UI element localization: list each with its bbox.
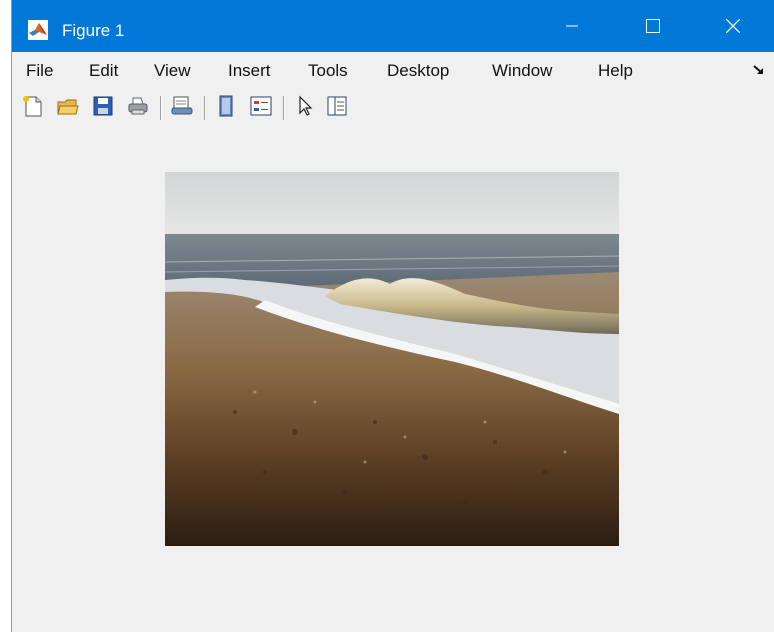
close-icon bbox=[726, 19, 740, 33]
desktop-left-edge bbox=[0, 0, 12, 632]
print-figure-button[interactable] bbox=[125, 93, 151, 119]
close-button[interactable] bbox=[710, 8, 756, 44]
property-inspector-button[interactable] bbox=[324, 93, 350, 119]
figure-window: Figure 1 File Edit View Insert Tools Des… bbox=[12, 0, 774, 632]
menu-window[interactable]: Window bbox=[492, 60, 552, 82]
menu-desktop[interactable]: Desktop bbox=[387, 60, 449, 82]
menu-bar: File Edit View Insert Tools Desktop Wind… bbox=[12, 52, 774, 90]
save-figure-button[interactable] bbox=[90, 93, 116, 119]
menu-view[interactable]: View bbox=[154, 60, 191, 82]
menu-file[interactable]: File bbox=[26, 60, 53, 82]
property-inspector-icon bbox=[327, 96, 347, 116]
dock-figure-icon[interactable] bbox=[752, 63, 766, 77]
matlab-logo-icon bbox=[28, 20, 48, 40]
figure-toolbar bbox=[12, 90, 774, 130]
link-plot-button[interactable] bbox=[169, 93, 195, 119]
title-bar[interactable]: Figure 1 bbox=[12, 0, 774, 52]
insert-legend-icon bbox=[250, 96, 272, 116]
menu-tools[interactable]: Tools bbox=[308, 60, 348, 82]
toolbar-separator bbox=[160, 96, 162, 120]
insert-colorbar-button[interactable] bbox=[213, 93, 239, 119]
new-figure-button[interactable] bbox=[20, 93, 46, 119]
menu-help[interactable]: Help bbox=[598, 60, 633, 82]
open-file-button[interactable] bbox=[55, 93, 81, 119]
displayed-photo bbox=[165, 172, 619, 546]
toolbar-separator bbox=[204, 96, 206, 120]
insert-colorbar-icon bbox=[219, 95, 233, 117]
maximize-button[interactable] bbox=[630, 8, 676, 44]
menu-insert[interactable]: Insert bbox=[228, 60, 271, 82]
minimize-button[interactable] bbox=[549, 8, 595, 44]
menu-edit[interactable]: Edit bbox=[89, 60, 118, 82]
save-figure-icon bbox=[93, 96, 113, 116]
minimize-icon bbox=[566, 25, 578, 27]
edit-plot-button[interactable] bbox=[292, 93, 318, 119]
toolbar-separator bbox=[283, 96, 285, 120]
maximize-icon bbox=[646, 19, 660, 33]
edit-plot-pointer-icon bbox=[299, 95, 313, 116]
open-file-icon bbox=[57, 99, 79, 115]
window-title: Figure 1 bbox=[62, 21, 125, 40]
new-figure-icon bbox=[23, 96, 42, 117]
insert-legend-button[interactable] bbox=[248, 93, 274, 119]
link-plot-icon bbox=[171, 96, 193, 115]
print-figure-icon bbox=[128, 97, 148, 115]
